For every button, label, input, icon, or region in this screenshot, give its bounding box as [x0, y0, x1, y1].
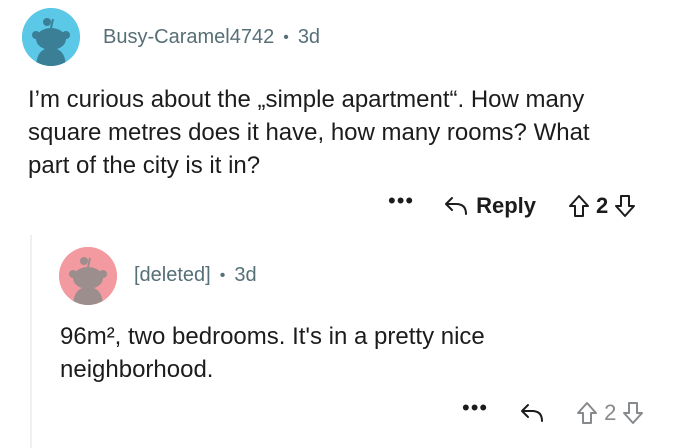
comment-age: 3d: [297, 26, 321, 48]
vote-count: 2: [604, 400, 617, 425]
reply-icon: [445, 197, 468, 215]
upvote-icon[interactable]: [576, 401, 598, 425]
thread-line[interactable]: [30, 235, 32, 448]
comment-body-line: neighborhood.: [60, 356, 214, 383]
vote-controls: 2: [568, 193, 636, 219]
comment-body-line: part of the city is it in?: [28, 152, 261, 179]
comment-body: 96m², two bedrooms. It's in a pretty nic…: [60, 320, 485, 386]
comment-actions: ••• Reply 2: [388, 190, 636, 219]
user-avatar[interactable]: [59, 247, 117, 305]
more-options-button[interactable]: •••: [388, 190, 414, 212]
more-options-button[interactable]: •••: [462, 397, 488, 419]
upvote-icon[interactable]: [568, 194, 590, 218]
comment-meta: [deleted] • 3d: [134, 264, 257, 287]
reply-label: Reply: [476, 193, 537, 218]
vote-controls: 2: [576, 400, 644, 426]
reply-icon: [521, 404, 544, 422]
comment-body: I’m curious about the „simple apartment“…: [28, 83, 590, 182]
comment-body-line: 96m², two bedrooms. It's in a pretty nic…: [60, 323, 485, 350]
username[interactable]: Busy-Caramel4742: [103, 26, 274, 49]
downvote-icon[interactable]: [622, 401, 644, 425]
comment-body-line: I’m curious about the „simple apartment“…: [28, 86, 585, 113]
snoo-avatar-icon: [22, 8, 80, 66]
comment-actions: ••• 2: [462, 397, 644, 426]
comment-body-line: square metres does it have, how many roo…: [28, 119, 590, 146]
reply-button[interactable]: [518, 402, 544, 424]
username: [deleted]: [134, 264, 211, 286]
meta-separator: •: [219, 266, 226, 284]
meta-separator: •: [283, 28, 289, 46]
comment-age: 3d: [234, 264, 257, 286]
snoo-avatar-icon: [59, 247, 117, 305]
vote-count: 2: [596, 193, 609, 218]
reply-button[interactable]: Reply: [442, 193, 536, 219]
downvote-icon[interactable]: [614, 194, 636, 218]
user-avatar[interactable]: [22, 8, 80, 66]
comment-meta: Busy-Caramel4742 • 3d: [103, 26, 320, 49]
